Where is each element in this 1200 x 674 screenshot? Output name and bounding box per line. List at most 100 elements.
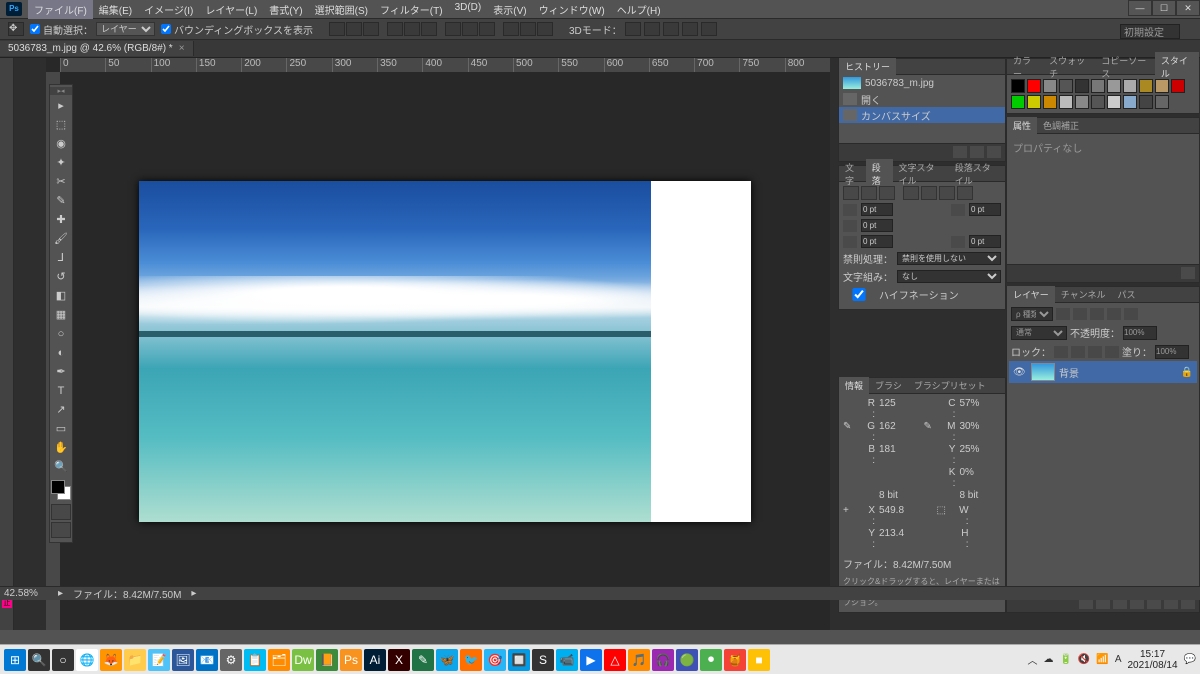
mojikumi-select[interactable]: なし — [897, 270, 1001, 283]
style-swatch-11[interactable] — [1011, 95, 1025, 109]
taskbar-icon-7[interactable]: 🖼 — [172, 649, 194, 671]
align-icon-2[interactable] — [346, 22, 362, 36]
history-tab[interactable]: ヒストリー — [839, 58, 896, 75]
taskbar-icon-19[interactable]: 🐦 — [460, 649, 482, 671]
style-swatch-12[interactable] — [1027, 95, 1041, 109]
bbox-check[interactable] — [161, 24, 171, 34]
filter-shape-icon[interactable] — [1107, 308, 1121, 320]
style-swatch-19[interactable] — [1139, 95, 1153, 109]
taskbar-icon-11[interactable]: 🗂 — [268, 649, 290, 671]
crop-tool[interactable]: ✂ — [51, 173, 71, 191]
paragraph-tab[interactable]: 段落 — [866, 159, 893, 189]
3d-icon-1[interactable] — [625, 22, 641, 36]
taskbar-icon-3[interactable]: 🌐 — [76, 649, 98, 671]
tray-cloud-icon[interactable]: ☁ — [1043, 654, 1053, 665]
path-tool[interactable]: ↗ — [51, 401, 71, 419]
filter-adj-icon[interactable] — [1073, 308, 1087, 320]
align-left-button[interactable] — [843, 186, 859, 200]
paths-tab[interactable]: パス — [1111, 286, 1141, 303]
style-swatch-8[interactable] — [1139, 79, 1153, 93]
taskbar-icon-21[interactable]: 🔲 — [508, 649, 530, 671]
history-source[interactable]: 5036783_m.jpg — [839, 75, 1005, 91]
style-swatch-16[interactable] — [1091, 95, 1105, 109]
eyedropper-tool[interactable]: ✎ — [51, 192, 71, 210]
dist-icon-6[interactable] — [537, 22, 553, 36]
visibility-icon[interactable]: 👁 — [1013, 367, 1027, 378]
taskbar-icon-20[interactable]: 🎯 — [484, 649, 506, 671]
style-swatch-4[interactable] — [1075, 79, 1089, 93]
healing-tool[interactable]: ✚ — [51, 211, 71, 229]
taskbar-icon-23[interactable]: 📹 — [556, 649, 578, 671]
taskbar-icon-8[interactable]: 📧 — [196, 649, 218, 671]
layer-thumbnail[interactable] — [1031, 363, 1055, 381]
style-swatch-9[interactable] — [1155, 79, 1169, 93]
menu-5[interactable]: 選択範囲(S) — [309, 0, 374, 19]
taskbar-icon-22[interactable]: S — [532, 649, 554, 671]
styles-tab[interactable]: スタイル — [1155, 52, 1199, 82]
stamp-tool[interactable]: ⅃ — [51, 249, 71, 267]
menu-7[interactable]: 3D(D) — [449, 0, 488, 19]
hand-tool[interactable]: ✋ — [51, 439, 71, 457]
auto-select-dropdown[interactable]: レイヤー — [96, 22, 155, 36]
justify-right-button[interactable] — [939, 186, 955, 200]
tray-chevron-icon[interactable]: ︿ — [1027, 652, 1037, 667]
swatches-tab[interactable]: スウォッチ — [1043, 52, 1095, 82]
3d-icon-5[interactable] — [701, 22, 717, 36]
menu-1[interactable]: 編集(E) — [93, 0, 138, 19]
document[interactable] — [139, 181, 751, 522]
taskbar-icon-13[interactable]: 📙 — [316, 649, 338, 671]
taskbar-icon-12[interactable]: Dw — [292, 649, 314, 671]
char-tab[interactable]: 文字 — [839, 159, 866, 189]
tray-notification-icon[interactable]: 💬 — [1184, 654, 1196, 665]
screenmode-button[interactable] — [51, 522, 71, 538]
quickmask-button[interactable] — [51, 504, 71, 520]
lock-pos-icon[interactable] — [1088, 346, 1102, 358]
adjustments-tab[interactable]: 色調補正 — [1037, 117, 1085, 134]
style-swatch-2[interactable] — [1043, 79, 1057, 93]
taskbar-icon-18[interactable]: 🦋 — [436, 649, 458, 671]
style-swatch-14[interactable] — [1059, 95, 1073, 109]
lock-all-icon[interactable] — [1105, 346, 1119, 358]
history-brush-tool[interactable]: ↺ — [51, 268, 71, 286]
pen-tool[interactable]: ✒ — [51, 363, 71, 381]
align-icon-3[interactable] — [363, 22, 379, 36]
gradient-tool[interactable]: ▦ — [51, 306, 71, 324]
brush-tool[interactable]: 🖌 — [51, 230, 71, 248]
dist-icon-3[interactable] — [479, 22, 495, 36]
dist-icon-2[interactable] — [462, 22, 478, 36]
taskbar-icon-6[interactable]: 📝 — [148, 649, 170, 671]
taskbar-icon-31[interactable]: ■ — [748, 649, 770, 671]
layer-lock-icon[interactable]: 🔒 — [1181, 367, 1193, 378]
history-item-canvas-size[interactable]: カンバスサイズ — [839, 107, 1005, 123]
filter-smart-icon[interactable] — [1124, 308, 1138, 320]
indent-left-input[interactable] — [861, 203, 893, 216]
style-swatch-3[interactable] — [1059, 79, 1073, 93]
blend-mode-select[interactable]: 通常 — [1011, 326, 1067, 340]
blur-tool[interactable]: ○ — [51, 325, 71, 343]
menu-8[interactable]: 表示(V) — [487, 0, 532, 19]
justify-all-button[interactable] — [957, 186, 973, 200]
justify-center-button[interactable] — [921, 186, 937, 200]
dist-icon-1[interactable] — [445, 22, 461, 36]
document-tab[interactable]: 5036783_m.jpg @ 42.6% (RGB/8#) *× — [0, 41, 194, 56]
filter-type-icon[interactable] — [1090, 308, 1104, 320]
taskbar-icon-4[interactable]: 🦊 — [100, 649, 122, 671]
align-right-button[interactable] — [879, 186, 895, 200]
close-button[interactable]: ✕ — [1176, 0, 1200, 16]
indent-first-input[interactable] — [861, 219, 893, 232]
dist-icon-4[interactable] — [503, 22, 519, 36]
style-swatch-6[interactable] — [1107, 79, 1121, 93]
style-swatch-20[interactable] — [1155, 95, 1169, 109]
align-icon-6[interactable] — [421, 22, 437, 36]
tray-ime-icon[interactable]: A — [1115, 654, 1122, 665]
taskbar-icon-28[interactable]: 🟢 — [676, 649, 698, 671]
auto-select-check[interactable] — [30, 24, 40, 34]
space-before-input[interactable] — [861, 235, 893, 248]
style-swatch-15[interactable] — [1075, 95, 1089, 109]
taskbar-icon-29[interactable]: ⏺ — [700, 649, 722, 671]
charstyle-tab[interactable]: 文字スタイル — [893, 159, 949, 189]
zoom-readout[interactable]: 42.58% — [4, 588, 48, 599]
style-swatch-10[interactable] — [1171, 79, 1185, 93]
close-tab-icon[interactable]: × — [179, 43, 185, 54]
taskbar-icon-1[interactable]: 🔍 — [28, 649, 50, 671]
